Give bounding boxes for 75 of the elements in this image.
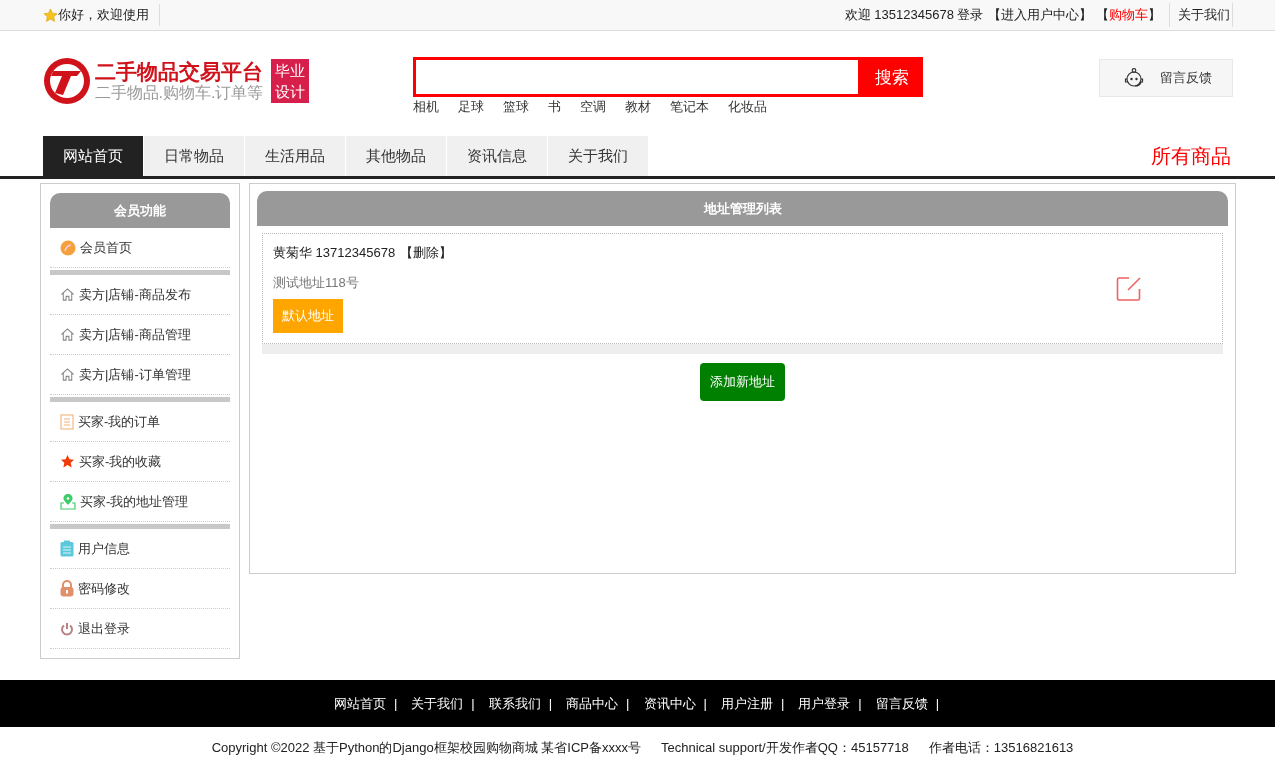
footer-link[interactable]: 留言反馈 [875, 694, 928, 713]
slogan-text: 二手物品.购物车.订单等 [94, 83, 264, 103]
sidebar-item[interactable]: 会员首页 [50, 228, 230, 268]
star-icon [60, 454, 75, 469]
about-link[interactable]: 关于我们 [1168, 3, 1233, 27]
welcome-text: 欢迎 13512345678 登录 [844, 6, 984, 24]
sidebar-item[interactable]: 退出登录 [50, 609, 230, 649]
address-text: 测试地址118号 [273, 274, 360, 292]
sidebar-title: 会员功能 [50, 193, 230, 228]
nav-tab[interactable]: 网站首页 [42, 136, 144, 176]
footer-link[interactable]: 用户登录 [798, 694, 851, 713]
hot-keyword-link[interactable]: 空调 [579, 98, 606, 116]
footer-separator: | [393, 696, 398, 711]
hot-keyword-link[interactable]: 书 [547, 98, 561, 116]
copyright-text: 作者电话：13516821613 [928, 739, 1074, 757]
home-icon [60, 367, 75, 382]
home-icon [60, 287, 75, 302]
graduation-badge: 毕业 设计 [271, 59, 310, 103]
panel-title: 地址管理列表 [257, 191, 1228, 226]
clipboard-icon [60, 540, 74, 557]
sidebar-item[interactable]: 买家-我的订单 [50, 402, 230, 442]
sidebar-item[interactable]: 买家-我的收藏 [50, 442, 230, 482]
hot-keyword-link[interactable]: 相机 [412, 98, 439, 116]
footer-separator: | [703, 696, 707, 711]
sidebar-item[interactable]: 买家-我的地址管理 [50, 482, 230, 522]
footer-separator: | [626, 696, 630, 711]
footer-separator: | [780, 696, 785, 711]
hot-keyword-link[interactable]: 足球 [457, 98, 484, 116]
sidebar-item[interactable]: 卖方|店铺-商品发布 [50, 275, 230, 315]
hot-keyword-link[interactable]: 笔记本 [669, 98, 709, 116]
sidebar-item[interactable]: 卖方|店铺-商品管理 [50, 315, 230, 355]
footer-link[interactable]: 资讯中心 [643, 694, 696, 713]
badge-icon [60, 239, 76, 256]
footer-link[interactable]: 商品中心 [566, 694, 619, 713]
default-address-tag: 默认地址 [273, 299, 343, 333]
sidebar-item[interactable]: 卖方|店铺-订单管理 [50, 355, 230, 395]
footer-link[interactable]: 关于我们 [411, 694, 464, 713]
footer-link[interactable]: 网站首页 [333, 694, 386, 713]
hot-keyword-link[interactable]: 篮球 [502, 98, 529, 116]
home-icon [60, 327, 75, 342]
nav-tab[interactable]: 资讯信息 [446, 136, 548, 176]
nav-tab[interactable]: 关于我们 [547, 136, 649, 176]
edit-icon[interactable] [1116, 275, 1142, 302]
search-button[interactable]: 搜索 [860, 57, 923, 97]
nav-tab[interactable]: 生活用品 [244, 136, 346, 176]
nav-tab[interactable]: 其他物品 [345, 136, 447, 176]
feedback-button[interactable]: 留言反馈 [1098, 59, 1233, 97]
nav-tab[interactable]: 日常物品 [143, 136, 245, 176]
copyright-text: Technical support/开发作者QQ：45157718 [660, 739, 909, 757]
sidebar-item[interactable]: 密码修改 [50, 569, 230, 609]
top-link[interactable]: 【进入用户中心】 [987, 6, 1092, 24]
top-link[interactable]: 【购物车】 [1095, 6, 1161, 24]
greeting-text: 你好，欢迎使用 [57, 6, 149, 24]
footer-separator: | [548, 696, 553, 711]
lock-icon [60, 580, 74, 597]
add-address-button[interactable]: 添加新地址 [700, 363, 785, 401]
footer-link[interactable]: 联系我们 [488, 694, 541, 713]
hot-keyword-link[interactable]: 教材 [624, 98, 651, 116]
all-goods-link[interactable]: 所有商品 [1150, 142, 1233, 170]
logo-icon [42, 57, 91, 105]
contact-name-phone: 黄菊华 13712345678 [273, 244, 396, 262]
hot-keyword-link[interactable]: 化妆品 [727, 98, 767, 116]
sidebar-item[interactable]: 用户信息 [50, 529, 230, 569]
location-pin-icon [60, 493, 76, 510]
footer-link[interactable]: 用户注册 [720, 694, 773, 713]
site-title: 二手物品交易平台 [94, 59, 264, 84]
power-icon [60, 621, 74, 636]
footer-separator: | [935, 696, 940, 711]
delete-link[interactable]: 【删除】 [400, 244, 453, 262]
document-icon [60, 413, 74, 430]
footer-separator: | [858, 696, 862, 711]
footer-separator: | [471, 696, 475, 711]
copyright-text: Copyright ©2022 基于Python的Django框架校园购物商城 某省ICP备xxxx号 [211, 739, 641, 757]
search-field[interactable] [412, 57, 861, 97]
star-icon [42, 7, 58, 23]
